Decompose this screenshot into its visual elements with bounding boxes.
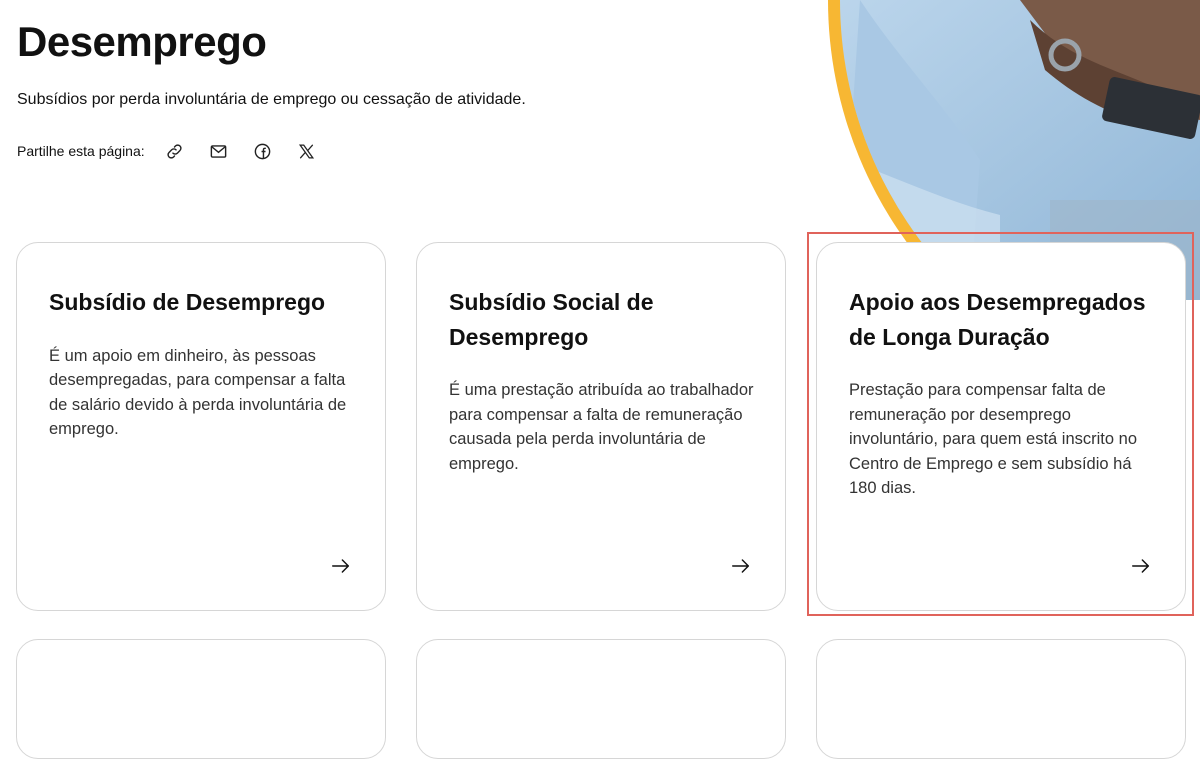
facebook-icon	[254, 143, 271, 159]
card-arrow-button[interactable]	[1129, 554, 1153, 578]
copy-link-button[interactable]	[153, 138, 197, 164]
arrow-right-icon	[332, 559, 350, 573]
arrow-right-icon	[1132, 559, 1150, 573]
x-icon	[299, 144, 315, 158]
card-description: É um apoio em dinheiro, às pessoas desem…	[49, 346, 347, 439]
card-partial[interactable]	[816, 639, 1186, 759]
card-title: Subsídio de Desemprego	[49, 289, 326, 315]
card-title: Apoio aos Desempregados de Longa Duração	[849, 289, 1146, 350]
share-facebook-button[interactable]	[241, 138, 285, 164]
card-subsidio-desemprego[interactable]: Subsídio de Desemprego É um apoio em din…	[16, 242, 386, 611]
card-description: Prestação para compensar falta de remune…	[849, 381, 1137, 497]
share-label: Partilhe esta página:	[17, 143, 145, 159]
card-apoio-desempregados-longa-duracao[interactable]: Apoio aos Desempregados de Longa Duração…	[816, 242, 1186, 611]
mail-icon	[210, 144, 227, 158]
card-title: Subsídio Social de Desemprego	[449, 289, 654, 350]
share-x-button[interactable]	[285, 138, 329, 164]
arrow-right-icon	[732, 559, 750, 573]
page-subtitle: Subsídios por perda involuntária de empr…	[17, 91, 526, 108]
card-subsidio-social-desemprego[interactable]: Subsídio Social de Desemprego É uma pres…	[416, 242, 786, 611]
card-partial[interactable]	[416, 639, 786, 759]
link-icon	[167, 143, 182, 159]
card-description: É uma prestação atribuída ao trabalhador…	[449, 381, 754, 473]
card-arrow-button[interactable]	[729, 554, 753, 578]
card-arrow-button[interactable]	[329, 554, 353, 578]
page-title: Desemprego	[17, 18, 267, 65]
share-bar: Partilhe esta página:	[17, 138, 329, 164]
card-partial[interactable]	[16, 639, 386, 759]
share-email-button[interactable]	[197, 138, 241, 164]
